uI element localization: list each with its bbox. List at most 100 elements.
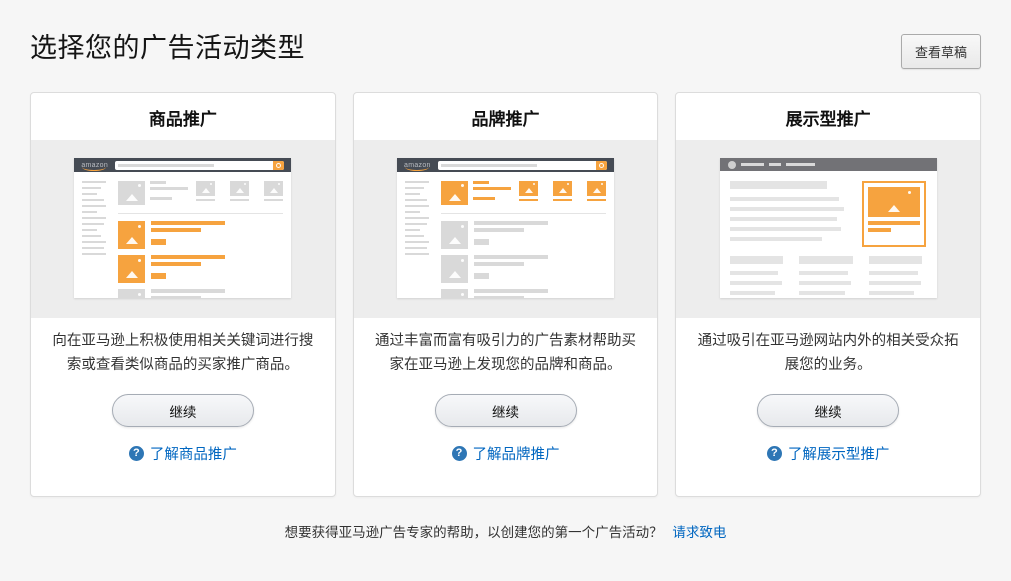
card-sponsored-display: 展示型推广 通过吸引在亚马逊网站内外的相关受众拓展您的业务。 继续 ? 了解展示…	[675, 92, 982, 497]
photo-icon	[553, 181, 572, 196]
illustration-shape	[729, 181, 926, 247]
photo-icon	[118, 289, 146, 298]
amazon-logo: amazon	[81, 161, 109, 171]
illustration-shape	[441, 181, 606, 298]
illustration-shape	[729, 281, 782, 285]
illustration-shape	[519, 199, 538, 201]
continue-button[interactable]: 继续	[111, 394, 254, 427]
illustration-shape	[118, 163, 215, 167]
illustration-shape	[82, 235, 102, 237]
footer: 想要获得亚马逊广告专家的帮助，以创建您的第一个广告活动？ 请求致电	[30, 521, 981, 541]
amazon-serp-mock: amazon	[397, 158, 614, 298]
learn-more-label: 了解展示型推广	[787, 447, 890, 463]
illustration-shape	[729, 256, 783, 264]
illustration-shape	[405, 199, 427, 201]
card-title: 展示型推广	[785, 110, 871, 129]
illustration-shape	[405, 247, 427, 249]
illustration-shape	[729, 291, 775, 295]
photo-icon	[264, 181, 284, 196]
illustration-shape	[151, 255, 226, 259]
illustration-shape	[474, 255, 548, 259]
content-column	[729, 256, 787, 298]
photo-icon	[118, 255, 146, 283]
illustration-shape	[82, 247, 105, 249]
illustration-shape	[729, 256, 926, 298]
illustration-shape	[473, 181, 489, 184]
illustration-shape	[196, 181, 284, 201]
help-icon: ?	[766, 446, 782, 461]
illustration-shape	[82, 205, 107, 207]
illustration-shape	[82, 253, 107, 255]
illustration-shape	[867, 221, 920, 225]
filter-sidebar	[405, 181, 431, 298]
amazon-logo: amazon	[404, 161, 431, 171]
campaign-cards: 商品推广 amazon 向在亚马逊上积极使用相关关键词进行搜索或查看类似商品的买…	[30, 92, 982, 497]
illustration-shape	[799, 281, 852, 285]
learn-more-link[interactable]: ? 了解展示型推广	[676, 443, 980, 464]
illustration-shape	[729, 227, 841, 231]
view-drafts-button[interactable]: 查看草稿	[900, 34, 981, 69]
illustration-shape	[474, 289, 548, 293]
organic-listing	[441, 289, 606, 298]
illustration-shape	[473, 197, 495, 200]
illustration-shape	[150, 187, 189, 190]
illustration-shape	[474, 239, 489, 245]
content-column	[869, 256, 926, 298]
illustration-shape	[151, 221, 226, 225]
illustration-shape	[82, 229, 98, 231]
illustration-shape	[118, 213, 284, 214]
help-icon: ?	[128, 446, 144, 461]
organic-listing	[441, 255, 606, 283]
illustration-shape	[151, 289, 226, 293]
illustration-shape	[729, 271, 779, 275]
card-description: 通过吸引在亚马逊网站内外的相关受众拓展您的业务。	[697, 333, 959, 373]
search-bar	[115, 160, 285, 170]
illustration-shape	[405, 229, 420, 231]
illustration-shape	[519, 181, 606, 201]
photo-icon	[441, 181, 468, 205]
illustration-shape	[151, 228, 202, 232]
illustration-shape	[474, 221, 548, 225]
illustration-shape	[196, 181, 216, 201]
illustration-shape	[799, 271, 849, 275]
campaign-type-page: 选择您的广告活动类型 查看草稿 商品推广 amazon 向在亚马逊上积极使用相关…	[0, 26, 1011, 541]
illustration-shape	[397, 172, 614, 298]
illustration-shape	[405, 193, 420, 195]
search-bar	[437, 160, 607, 170]
sponsored-brands-illustration: amazon	[353, 140, 658, 318]
illustration-shape	[474, 289, 548, 298]
learn-more-link[interactable]: ? 了解商品推广	[31, 443, 335, 464]
photo-icon	[519, 181, 538, 196]
photo-icon	[230, 181, 250, 196]
content-column	[799, 256, 856, 298]
request-call-link[interactable]: 请求致电	[672, 525, 726, 540]
illustration-shape	[405, 211, 420, 213]
illustration-shape	[869, 271, 918, 275]
illustration-shape	[729, 197, 840, 201]
search-button-icon	[596, 160, 607, 170]
learn-more-label: 了解商品推广	[149, 447, 237, 463]
photo-icon	[441, 255, 468, 283]
illustration-shape	[118, 181, 284, 205]
illustration-shape	[118, 181, 284, 298]
card-description: 向在亚马逊上积极使用相关关键词进行搜索或查看类似商品的买家推广商品。	[52, 333, 314, 373]
page-header: 选择您的广告活动类型 查看草稿	[30, 26, 981, 69]
continue-button[interactable]: 继续	[757, 394, 900, 427]
sponsored-products-illustration: amazon	[31, 140, 335, 318]
organic-listing	[441, 221, 606, 249]
illustration-shape	[82, 217, 107, 219]
illustration-shape	[82, 223, 105, 225]
illustration-shape	[196, 199, 216, 201]
illustration-shape	[474, 255, 548, 283]
filter-sidebar	[82, 181, 108, 298]
learn-more-link[interactable]: ? 了解品牌推广	[354, 443, 658, 464]
illustration-shape	[729, 217, 838, 221]
brand-banner	[441, 181, 606, 205]
illustration-shape	[729, 207, 845, 211]
card-description: 通过丰富而富有吸引力的广告素材帮助买家在亚马逊上发现您的品牌和商品。	[375, 333, 636, 373]
illustration-shape	[151, 296, 202, 298]
illustration-shape	[474, 296, 524, 298]
continue-button[interactable]: 继续	[434, 394, 577, 427]
illustration-shape	[729, 181, 828, 189]
illustration-shape	[869, 281, 922, 285]
